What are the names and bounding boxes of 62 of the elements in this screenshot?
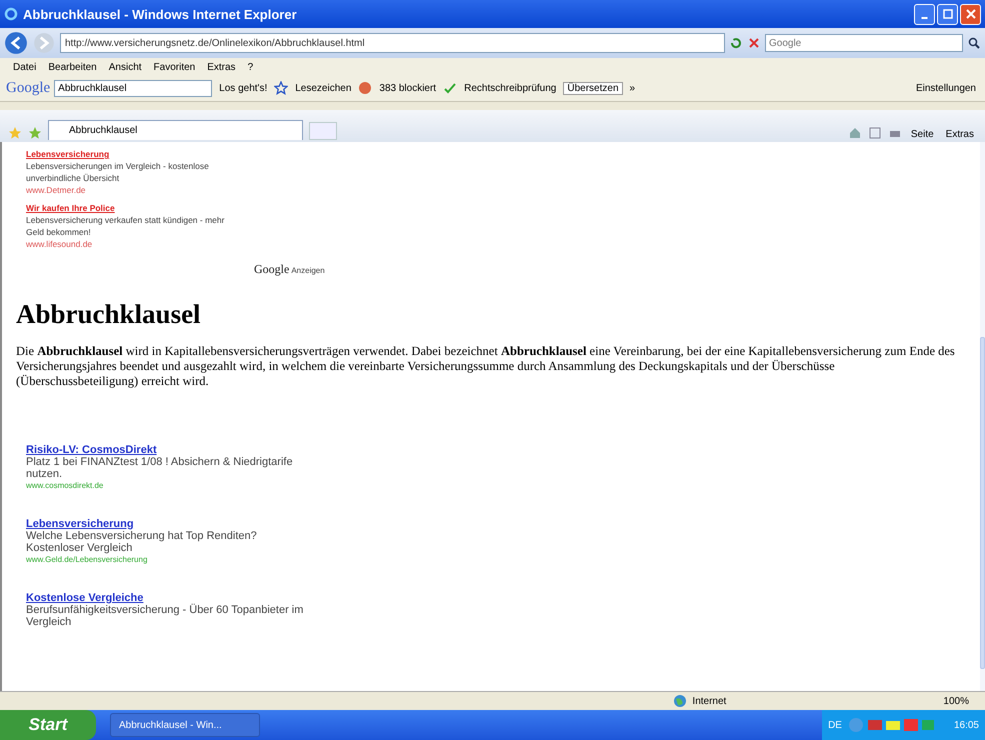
more-button[interactable]: »: [626, 82, 638, 94]
security-zone: Internet: [692, 696, 728, 706]
spellcheck-button[interactable]: Rechtschreibprüfung: [461, 82, 560, 94]
scrollbar[interactable]: [980, 142, 985, 691]
refresh-icon[interactable]: [729, 36, 743, 50]
bookmarks-button[interactable]: Lesezeichen: [292, 82, 354, 94]
search-go-button[interactable]: Los geht's!: [216, 82, 270, 94]
ads-label: Anzeigen: [291, 266, 325, 275]
maximize-icon: [942, 9, 952, 19]
translate-button[interactable]: Übersetzen: [563, 82, 623, 94]
google-logo: Google: [6, 80, 50, 96]
ad-link[interactable]: Wir kaufen Ihre Police: [26, 202, 115, 214]
ad-url: www.Geld.de/Lebensversicherung: [26, 554, 148, 566]
menu-item[interactable]: ?: [242, 60, 258, 75]
zoom-button[interactable]: 100%: [937, 694, 975, 708]
command-button[interactable]: Extras: [942, 129, 977, 140]
google-logo: Google: [254, 262, 290, 277]
maximize-button[interactable]: [937, 4, 958, 24]
settings-button[interactable]: Einstellungen: [912, 82, 979, 94]
ad-link[interactable]: Kostenlose Vergleiche: [26, 592, 144, 604]
ad-link[interactable]: Risiko-LV: CosmosDirekt: [26, 444, 157, 456]
search-icon[interactable]: [967, 36, 981, 50]
ad-link[interactable]: Lebensversicherung: [26, 518, 134, 530]
search-field[interactable]: Google: [765, 34, 963, 52]
ad-url: www.Detmer.de: [26, 184, 86, 196]
toolbar-search-field[interactable]: Abbruchklausel: [54, 80, 212, 96]
ad-text: Lebensversicherungen im Vergleich - kostenlose unverbindliche Übersicht: [26, 160, 210, 184]
ad-link[interactable]: Lebensversicherung: [26, 148, 110, 160]
favorites-star-icon[interactable]: [8, 126, 22, 140]
ad-url: www.cosmosdirekt.de: [26, 480, 104, 492]
close-button[interactable]: [960, 4, 981, 24]
minimize-icon: [921, 16, 928, 18]
star-icon[interactable]: [274, 81, 288, 95]
globe-icon: [673, 694, 688, 708]
address-field[interactable]: http://www.versicherungsnetz.de/Onlinelexikon/Abbruchklausel.html: [60, 33, 725, 53]
clock: 16:05: [954, 720, 979, 730]
close-icon: [966, 9, 976, 19]
back-button-icon[interactable]: [4, 31, 28, 55]
menu-item[interactable]: Favoriten: [148, 60, 200, 75]
article-paragraph: Die Abbruchklausel wird in Kapitallebensversicherungsverträgen verwendet. Dabei bezeichnet Abbruchklausel eine Vereinbarung, bei der eine Kapitallebensversicherung zum Ende des Versicherungsjahres beendet und ausgezahlt wird, in welchem die vereinbarte Versicherungssumme durch Ansammlung des Deckungskapitals und der Überschüsse (Überschussbeteiligung) erreicht wird.: [16, 344, 956, 389]
popup-blocker-button[interactable]: 383 blockiert: [376, 82, 440, 94]
taskbar-window-button[interactable]: Abbruchklausel - Win...: [110, 713, 260, 737]
ad-text: Platz 1 bei FINANZtest 1/08 ! Absichern & Niedrigtarife nutzen.: [26, 456, 294, 480]
browser-logo-icon: [4, 7, 18, 21]
start-button[interactable]: Start: [0, 710, 96, 740]
menu-item[interactable]: Datei: [8, 60, 42, 75]
menu-item[interactable]: Ansicht: [104, 60, 147, 75]
ad-url: www.lifesound.de: [26, 238, 92, 250]
add-favorite-icon[interactable]: [28, 126, 42, 140]
minimize-button[interactable]: [914, 4, 935, 24]
close-icon[interactable]: [747, 36, 761, 50]
command-button[interactable]: Seite: [908, 129, 937, 140]
ad-text: Berufsunfähigkeitsversicherung - Über 60 Topanbieter im Vergleich: [26, 604, 304, 628]
menu-item[interactable]: Bearbeiten: [43, 60, 102, 75]
ad-text: Lebensversicherung verkaufen statt kündigen - mehr Geld bekommen!: [26, 214, 226, 238]
window-title: Abbruchklausel - Windows Internet Explorer: [23, 6, 297, 22]
browser-tab[interactable]: Abbruchklausel: [48, 120, 303, 140]
menu-item[interactable]: Extras: [202, 60, 241, 75]
home-icon[interactable]: [848, 126, 862, 140]
spellcheck-icon[interactable]: [443, 81, 458, 95]
ad-text: Welche Lebensversicherung hat Top Renditen? Kostenloser Vergleich: [26, 530, 258, 554]
page-heading: Abbruchklausel: [16, 299, 202, 330]
